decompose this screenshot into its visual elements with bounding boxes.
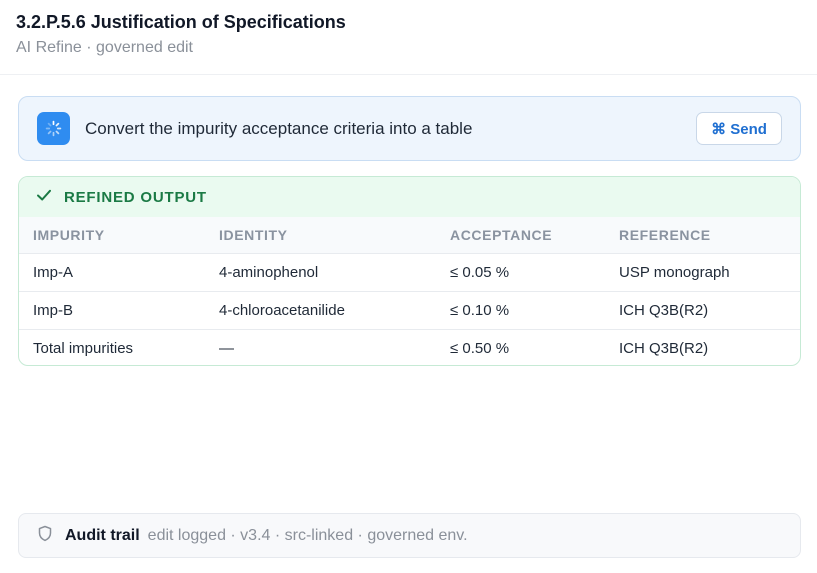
cell-acceptance: ≤ 0.10 % (436, 291, 605, 330)
cell-reference: ICH Q3B(R2) (619, 339, 709, 357)
impurity-table: IMPURITY IDENTITY ACCEPTANCE REFERENCE I… (19, 217, 800, 365)
prompt-card: Convert the impurity acceptance criteria… (18, 96, 801, 161)
cell-identity: 4-chloroacetanilide (205, 291, 436, 330)
column-header-acceptance: ACCEPTANCE (436, 217, 605, 254)
table-header-row: IMPURITY IDENTITY ACCEPTANCE REFERENCE (19, 217, 800, 254)
header: 3.2.P.5.6 Justification of Specification… (0, 0, 817, 75)
prompt-text[interactable]: Convert the impurity acceptance criteria… (85, 119, 696, 139)
refined-output-card: REFINED OUTPUT IMPURITY IDENTITY ACCEPTA… (18, 176, 801, 366)
shield-icon (37, 525, 53, 547)
cell-impurity: Total impurities (33, 339, 134, 357)
cell-identity: 4-aminophenol (205, 253, 436, 292)
send-button[interactable]: ⌘ Send (696, 112, 782, 145)
output-label: REFINED OUTPUT (64, 188, 207, 206)
cell-reference: USP monograph (605, 253, 800, 292)
audit-title: Audit trail (65, 526, 140, 544)
audit-meta: edit logged · v3.4 · src-linked · govern… (147, 526, 468, 544)
spinner-icon (37, 112, 70, 145)
table-row: Imp-A 4-aminophenol ≤ 0.05 % USP monogra… (19, 253, 800, 292)
table-row: Total impurities — ≤ 0.50 % ICH Q3B(R2) (19, 329, 800, 365)
cell-acceptance: ≤ 0.50 % (450, 339, 510, 357)
cell-identity: — (219, 339, 234, 357)
cell-acceptance: ≤ 0.05 % (436, 253, 605, 292)
check-icon (35, 186, 53, 209)
page-subtitle: AI Refine · governed edit (16, 39, 193, 56)
audit-trail: Audit trail edit logged · v3.4 · src-lin… (18, 513, 801, 558)
column-header-reference: REFERENCE (605, 217, 800, 254)
output-header: REFINED OUTPUT (19, 177, 800, 217)
table-row: Imp-B 4-chloroacetanilide ≤ 0.10 % ICH Q… (19, 291, 800, 330)
cell-impurity: Imp-B (19, 291, 205, 330)
refine-panel: 3.2.P.5.6 Justification of Specification… (0, 0, 817, 573)
column-header-impurity: IMPURITY (19, 217, 205, 254)
page-title: 3.2.P.5.6 Justification of Specification… (16, 12, 346, 32)
cell-impurity: Imp-A (19, 253, 205, 292)
column-header-identity: IDENTITY (205, 217, 436, 254)
cell-reference: ICH Q3B(R2) (605, 291, 800, 330)
